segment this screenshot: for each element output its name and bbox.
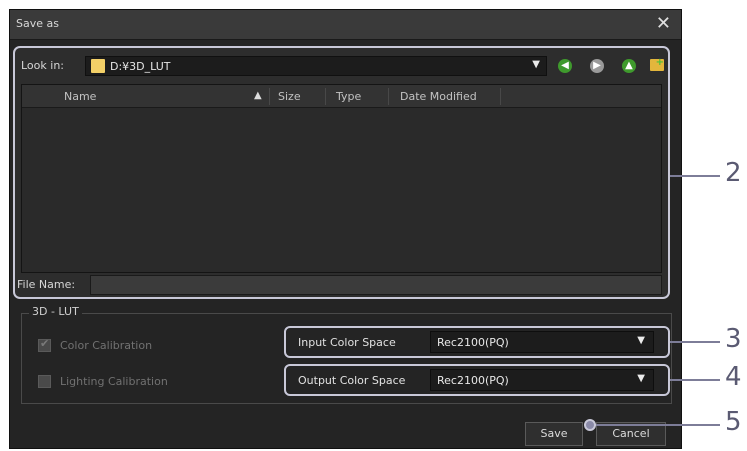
- color-calibration-checkbox[interactable]: ✔: [38, 337, 51, 352]
- callout-line-5: [592, 424, 720, 426]
- chevron-down-icon[interactable]: ▼: [532, 59, 540, 70]
- chevron-down-icon: ▼: [637, 335, 645, 346]
- input-color-space-label: Input Color Space: [298, 336, 396, 349]
- file-name-input[interactable]: [90, 275, 662, 295]
- column-size[interactable]: Size: [278, 90, 301, 103]
- callout-number-3: 3: [725, 324, 742, 354]
- back-button[interactable]: ◀: [555, 56, 575, 76]
- output-color-space-label: Output Color Space: [298, 374, 406, 387]
- file-list[interactable]: Name ▲ Size Type Date Modified: [21, 84, 662, 273]
- callout-number-2: 2: [725, 158, 742, 188]
- column-divider[interactable]: [269, 88, 270, 105]
- callout-number-5: 5: [725, 407, 742, 437]
- forward-button[interactable]: ▶: [587, 56, 607, 76]
- callout-number-4: 4: [725, 362, 742, 392]
- output-color-space-row: Output Color Space Rec2100(PQ) ▼: [284, 364, 670, 396]
- new-folder-icon: +: [650, 57, 664, 71]
- new-folder-button[interactable]: +: [647, 56, 667, 76]
- column-divider[interactable]: [500, 88, 501, 105]
- output-color-space-value: Rec2100(PQ): [437, 374, 509, 387]
- column-date-modified[interactable]: Date Modified: [400, 90, 477, 103]
- callout-line-4: [670, 379, 720, 381]
- save-as-dialog: Save as ✕ Look in: D:¥3D_LUT ▼ ◀ ▶ ▲ + N…: [9, 9, 682, 449]
- callout-marker-5: [584, 419, 596, 431]
- callout-line-2: [670, 175, 720, 177]
- checkmark-icon: ✔: [40, 337, 50, 350]
- column-divider[interactable]: [325, 88, 326, 105]
- output-color-space-select[interactable]: Rec2100(PQ) ▼: [430, 369, 654, 391]
- input-color-space-row: Input Color Space Rec2100(PQ) ▼: [284, 326, 670, 358]
- up-folder-button[interactable]: ▲: [619, 56, 639, 76]
- look-in-dropdown[interactable]: D:¥3D_LUT ▼: [85, 56, 547, 76]
- column-header: Name ▲ Size Type Date Modified: [22, 85, 661, 108]
- close-icon[interactable]: ✕: [656, 13, 671, 35]
- file-browser-panel: Look in: D:¥3D_LUT ▼ ◀ ▶ ▲ + Name ▲ Size…: [13, 46, 670, 299]
- input-color-space-select[interactable]: Rec2100(PQ) ▼: [430, 331, 654, 353]
- lighting-calibration-label: Lighting Calibration: [60, 375, 168, 388]
- save-button[interactable]: Save: [525, 422, 583, 446]
- dialog-title: Save as: [16, 17, 59, 30]
- lighting-calibration-checkbox[interactable]: [38, 375, 51, 388]
- folder-icon: [91, 59, 105, 73]
- look-in-label: Look in:: [21, 59, 64, 72]
- file-name-label: File Name:: [17, 278, 76, 291]
- callout-line-3: [670, 341, 720, 343]
- sort-ascending-icon: ▲: [254, 90, 262, 101]
- title-bar: Save as ✕: [10, 10, 681, 40]
- chevron-down-icon: ▼: [637, 373, 645, 384]
- column-name[interactable]: Name: [64, 90, 96, 103]
- color-calibration-label: Color Calibration: [60, 339, 153, 352]
- column-divider[interactable]: [388, 88, 389, 105]
- up-arrow-icon: ▲: [622, 59, 636, 73]
- back-arrow-icon: ◀: [558, 59, 572, 73]
- lut-group-title: 3D - LUT: [29, 305, 82, 318]
- input-color-space-value: Rec2100(PQ): [437, 336, 509, 349]
- column-type[interactable]: Type: [336, 90, 361, 103]
- look-in-path: D:¥3D_LUT: [110, 60, 171, 73]
- forward-arrow-icon: ▶: [590, 59, 604, 73]
